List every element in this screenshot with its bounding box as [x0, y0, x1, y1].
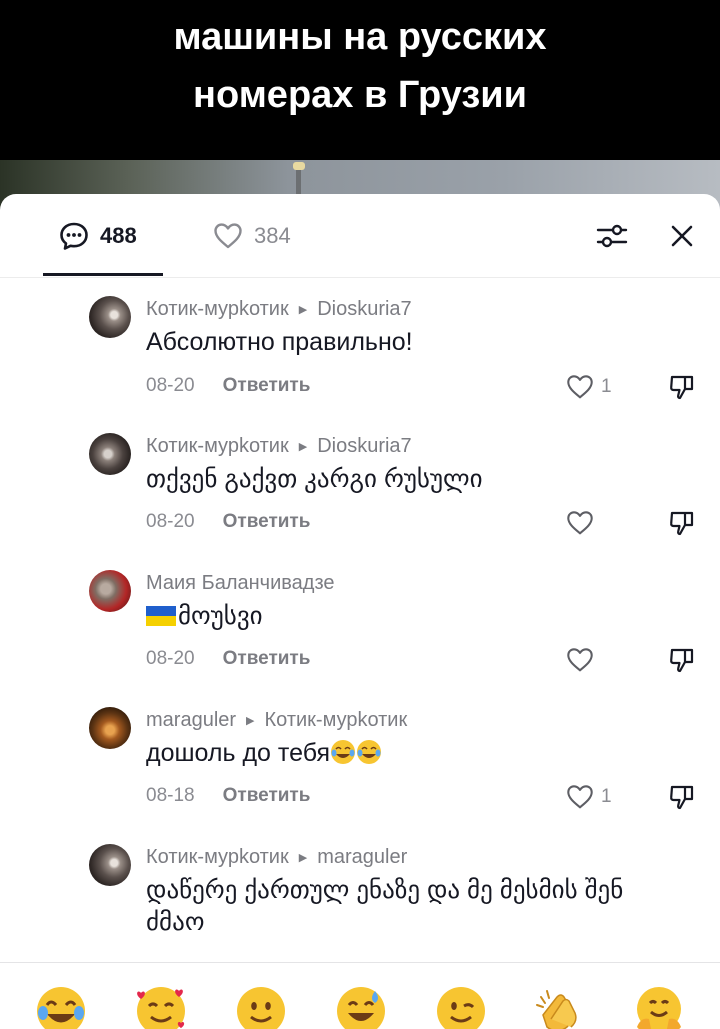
- avatar[interactable]: [89, 570, 131, 612]
- heart-outline-icon: [214, 223, 242, 249]
- comment-date: 08-20: [146, 511, 195, 532]
- comment-actions: 08-20 Ответить: [146, 648, 310, 670]
- reply-button[interactable]: Ответить: [223, 511, 311, 533]
- reply-to-user[interactable]: Dioskuria7: [317, 435, 411, 458]
- winking-face-icon[interactable]: [435, 985, 487, 1029]
- clapping-hands-icon[interactable]: [533, 985, 585, 1029]
- comment-author[interactable]: Котик-мурkотик: [146, 435, 289, 458]
- comment-author[interactable]: maraguler: [146, 709, 236, 732]
- chat-bubble-icon: [60, 222, 88, 250]
- ukraine-flag-icon: [146, 606, 176, 626]
- comments-list: Котик-мурkотик ▶ Dioskuria7 Абсолютно пр…: [0, 278, 720, 960]
- thumbs-down-icon[interactable]: [667, 782, 697, 812]
- grinning-face-with-sweat-icon[interactable]: [335, 985, 387, 1029]
- street-lamp: [293, 162, 305, 170]
- comment-text-body: дошоль до тебя: [146, 739, 330, 767]
- caption-line-1: машины на русских: [173, 16, 547, 58]
- comment-actions: 08-18 Ответить: [146, 785, 310, 807]
- heart-outline-icon: [567, 785, 593, 809]
- comment-item: Котик-мурkотик ▶ Dioskuria7 Абсолютно пр…: [0, 278, 720, 418]
- comment-date: 08-20: [146, 648, 195, 669]
- comment-item: Котик-мурkотик ▶ maraguler დაწერე ქართულ…: [0, 826, 720, 960]
- avatar[interactable]: [89, 844, 131, 886]
- thumbs-down-icon[interactable]: [667, 508, 697, 538]
- comment-date: 08-20: [146, 375, 195, 396]
- heart-outline-icon: [567, 648, 593, 672]
- comment-actions: 08-20 Ответить: [146, 511, 310, 533]
- reply-arrow-icon: ▶: [298, 852, 308, 864]
- like-button[interactable]: [565, 645, 595, 675]
- slightly-smiling-face-icon[interactable]: [235, 985, 287, 1029]
- like-button[interactable]: 1: [565, 372, 612, 402]
- reply-arrow-icon: ▶: [298, 304, 308, 316]
- comment-item: maraguler ▶ Котик-мурkотик дошоль до теб…: [0, 689, 720, 829]
- comment-meta: maraguler ▶ Котик-мурkотик: [146, 709, 407, 732]
- comment-text-body: მოუსვი: [178, 602, 263, 630]
- like-count: 1: [601, 376, 612, 397]
- comment-meta: Котик-мурkотик ▶ Dioskuria7: [146, 298, 412, 321]
- avatar[interactable]: [89, 707, 131, 749]
- comment-meta: Маия Баланчивадзе: [146, 572, 335, 595]
- like-button[interactable]: [565, 508, 595, 538]
- heart-outline-icon: [567, 511, 593, 535]
- comments-header: 488 384: [0, 194, 720, 278]
- comment-meta: Котик-мурkотик ▶ Dioskuria7: [146, 435, 412, 458]
- like-button[interactable]: 1: [565, 782, 612, 812]
- comment-text: дошоль до тебя: [146, 737, 686, 769]
- comment-date: 08-18: [146, 785, 195, 806]
- comment-actions: 08-20 Ответить: [146, 375, 310, 397]
- sliders-icon[interactable]: [592, 220, 632, 252]
- face-with-tears-of-joy-icon: [357, 740, 381, 764]
- reply-arrow-icon: ▶: [246, 715, 255, 727]
- smiling-face-with-hearts-icon[interactable]: [135, 985, 187, 1029]
- likes-count: 384: [254, 223, 291, 248]
- face-with-tears-of-joy-icon[interactable]: [35, 985, 87, 1029]
- comment-text: დაწერე ქართულ ენაზე და მე მესმის შენ ძმა…: [146, 876, 624, 936]
- comments-count: 488: [100, 223, 137, 248]
- comment-author[interactable]: Котик-мурkотик: [146, 846, 289, 869]
- reply-button[interactable]: Ответить: [223, 648, 311, 670]
- thumbs-down-icon[interactable]: [667, 645, 697, 675]
- reply-to-user[interactable]: Dioskuria7: [317, 298, 411, 321]
- comment-author[interactable]: Маия Баланчивадзе: [146, 572, 335, 595]
- comments-sheet: 488 384 Котик-мурkотик ▶ Dioskuria7 Абсо…: [0, 194, 720, 1029]
- comment-text: თქვენ გაქვთ კარგი რუსული: [146, 465, 483, 493]
- active-tab-indicator: [43, 273, 163, 276]
- comment-item: Котик-мурkотик ▶ Dioskuria7 თქვენ გაქვთ …: [0, 415, 720, 555]
- comment-author[interactable]: Котик-мурkотик: [146, 298, 289, 321]
- like-count: 1: [601, 786, 612, 807]
- avatar[interactable]: [89, 433, 131, 475]
- comment-text: მოუსვი: [146, 600, 686, 632]
- reply-button[interactable]: Ответить: [223, 785, 311, 807]
- heart-outline-icon: [567, 375, 593, 399]
- reply-button[interactable]: Ответить: [223, 375, 311, 397]
- comment-meta: Котик-мурkотик ▶ maraguler: [146, 846, 407, 869]
- reply-arrow-icon: ▶: [298, 441, 308, 453]
- emoji-quick-bar: [0, 962, 720, 1029]
- caption-line-2: номерах в Грузии: [193, 74, 527, 116]
- tab-likes[interactable]: 384: [212, 216, 291, 256]
- close-icon[interactable]: [666, 220, 698, 252]
- face-with-tears-of-joy-icon: [331, 740, 355, 764]
- reply-to-user[interactable]: Котик-мурkотик: [265, 709, 408, 732]
- reply-to-user[interactable]: maraguler: [317, 846, 407, 869]
- avatar[interactable]: [89, 296, 131, 338]
- tab-comments[interactable]: 488: [58, 216, 137, 256]
- thumbs-down-icon[interactable]: [667, 372, 697, 402]
- comment-text: Абсолютно правильно!: [146, 328, 413, 356]
- video-caption: машины на русских номерах в Грузии: [0, 8, 720, 124]
- hugging-face-icon[interactable]: [633, 985, 685, 1029]
- comment-item: Маия Баланчивадзе მოუსვი 08-20 Ответить: [0, 552, 720, 692]
